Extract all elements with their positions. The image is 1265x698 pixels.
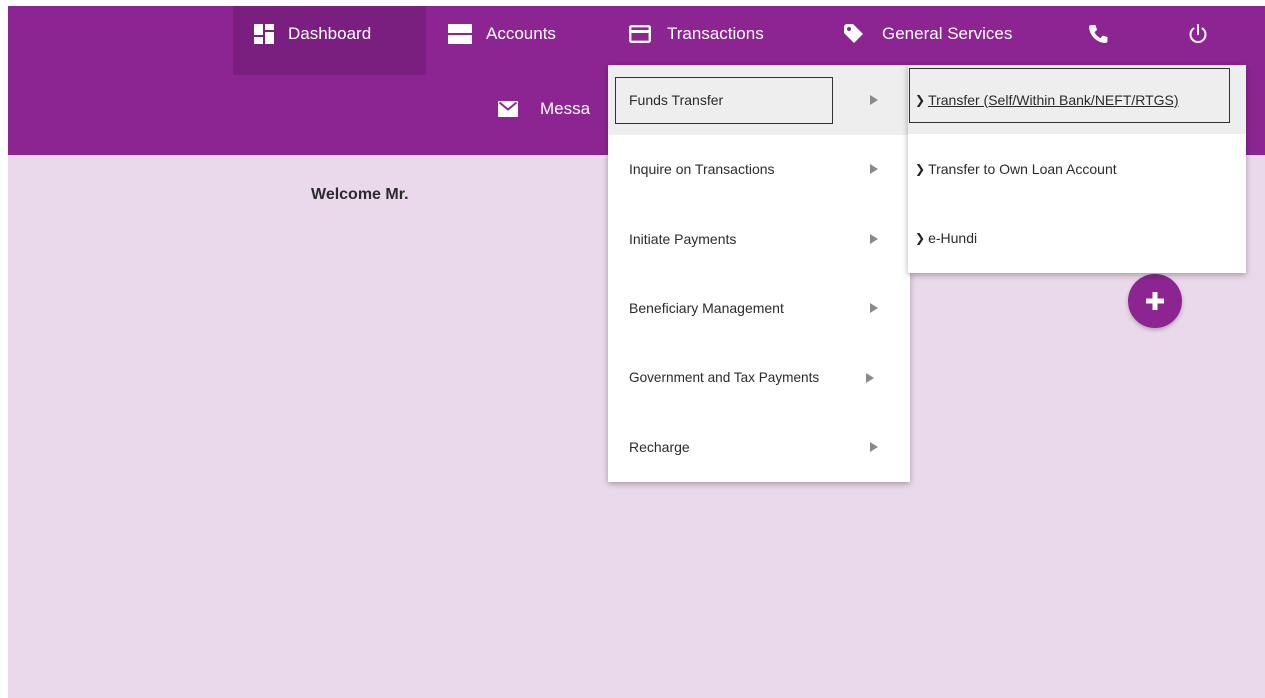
menu-item-inquire-on-transactions[interactable]: Inquire on Transactions (608, 135, 910, 205)
nav-dashboard[interactable]: Dashboard (233, 6, 426, 75)
menu-item-government-and-tax-payments[interactable]: Government and Tax Payments (608, 343, 910, 413)
chevron-right-icon: ❯ (915, 231, 926, 246)
nav-transactions[interactable]: Transactions (629, 6, 764, 61)
nav-accounts[interactable]: Accounts (448, 6, 556, 61)
submenu-item-label: Transfer to Own Loan Account (928, 160, 1117, 177)
accounts-icon (448, 23, 472, 44)
menu-item-label: Initiate Payments (629, 230, 737, 247)
caret-right-icon (870, 303, 878, 314)
tag-icon (844, 23, 864, 44)
nav-phone[interactable] (1088, 6, 1108, 61)
submenu-item-transfer-to-own-loan-account[interactable]: ❯ Transfer to Own Loan Account (908, 134, 1246, 203)
funds-transfer-submenu: ❯ Transfer (Self/Within Bank/NEFT/RTGS) … (908, 65, 1246, 273)
focus-outline (909, 68, 1230, 123)
menu-item-label: Recharge (629, 439, 690, 456)
submenu-item-transfer-self-within-bank[interactable]: ❯ Transfer (Self/Within Bank/NEFT/RTGS) (908, 65, 1246, 135)
nav-accounts-label: Accounts (486, 23, 556, 43)
welcome-text: Welcome Mr. (311, 186, 409, 203)
nav-messages[interactable]: Messa (498, 81, 590, 136)
nav-general-services[interactable]: General Services (844, 6, 1012, 61)
nav-messages-label: Messa (540, 98, 591, 118)
caret-right-icon (870, 94, 878, 105)
phone-icon (1088, 24, 1108, 44)
nav-logout[interactable] (1188, 6, 1208, 61)
caret-right-icon (870, 164, 878, 175)
menu-item-recharge[interactable]: Recharge (608, 413, 910, 483)
nav-general-services-label: General Services (882, 23, 1013, 43)
menu-item-beneficiary-management[interactable]: Beneficiary Management (608, 274, 910, 344)
focus-outline (615, 77, 833, 124)
caret-right-icon (870, 233, 878, 244)
mail-icon (498, 100, 518, 117)
menu-item-label: Government and Tax Payments (629, 370, 820, 386)
transactions-menu: Funds Transfer Inquire on Transactions I… (608, 65, 910, 482)
add-button[interactable] (1128, 274, 1182, 328)
submenu-item-e-hundi[interactable]: ❯ e-Hundi (908, 204, 1246, 273)
app-frame: Dashboard Accounts Transactions General … (8, 6, 1265, 698)
caret-right-icon (870, 442, 878, 453)
plus-icon (1144, 290, 1166, 312)
power-icon (1188, 23, 1208, 44)
menu-item-label: Inquire on Transactions (629, 161, 775, 178)
card-icon (629, 24, 651, 43)
menu-item-funds-transfer[interactable]: Funds Transfer (608, 65, 910, 135)
nav-dashboard-label: Dashboard (288, 23, 372, 43)
nav-transactions-label: Transactions (667, 23, 764, 43)
submenu-item-label: e-Hundi (928, 230, 978, 247)
chevron-right-icon: ❯ (915, 161, 926, 176)
dashboard-icon (254, 23, 274, 44)
caret-right-icon (866, 372, 874, 383)
menu-item-label: Beneficiary Management (629, 300, 784, 317)
menu-item-initiate-payments[interactable]: Initiate Payments (608, 204, 910, 274)
